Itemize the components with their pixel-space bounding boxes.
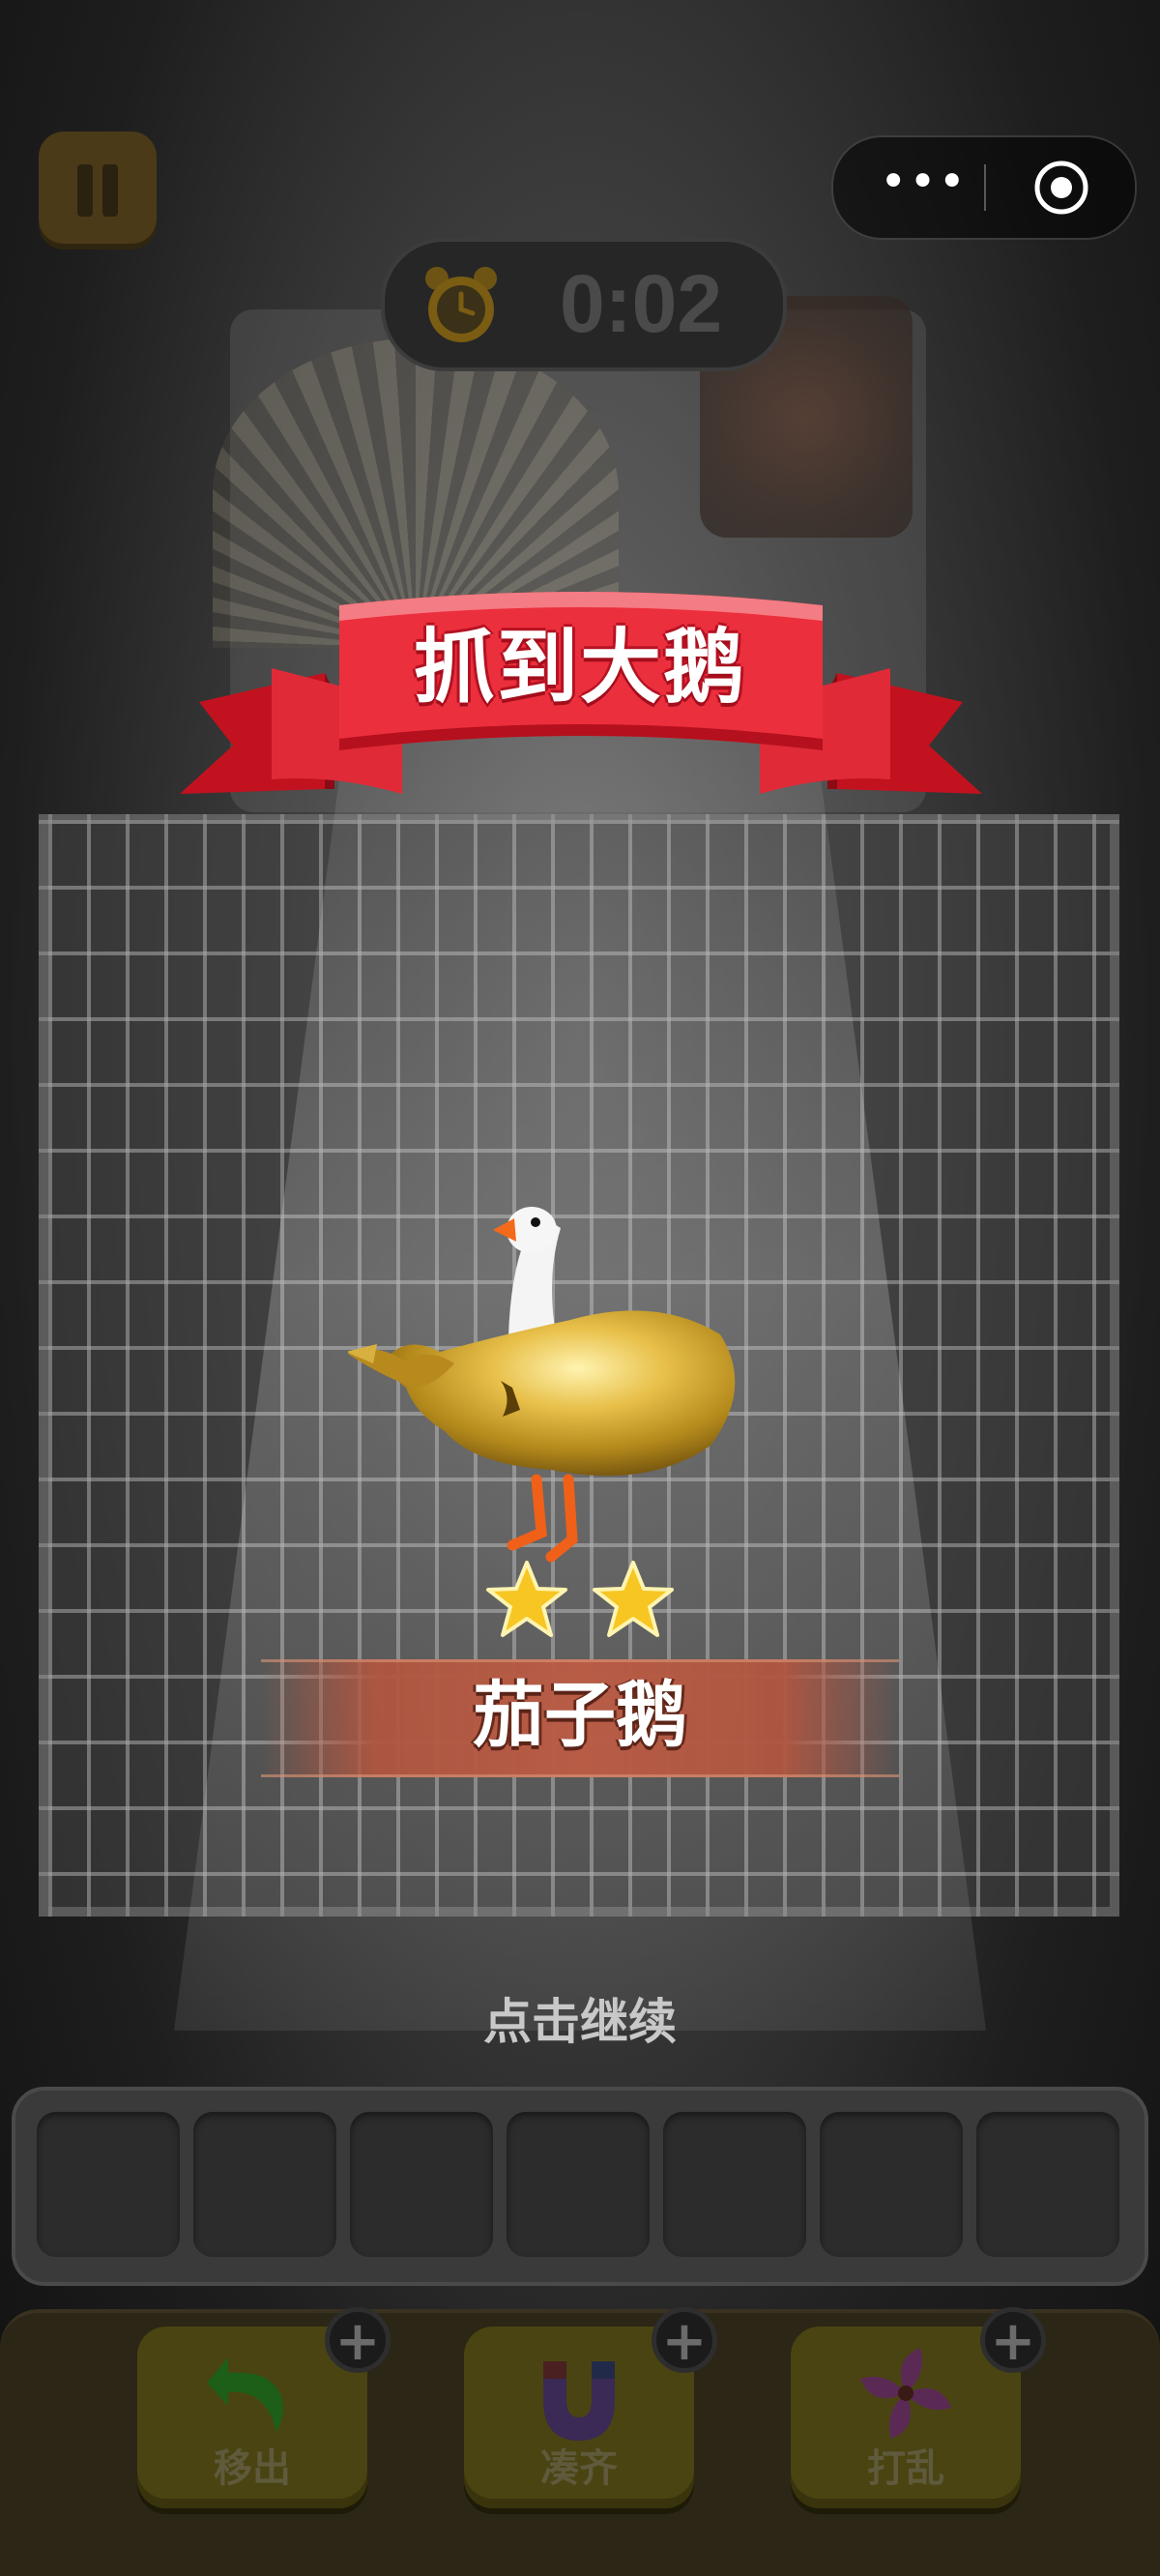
add-shuffle-tool-button[interactable]: + xyxy=(980,2307,1046,2373)
pinwheel-icon xyxy=(860,2348,951,2439)
star-icon xyxy=(593,1561,674,1637)
timer-pill: 0:02 xyxy=(381,238,787,371)
magnet-icon xyxy=(543,2361,615,2441)
tray-slot xyxy=(350,2112,493,2257)
alarm-clock-icon xyxy=(425,267,497,342)
tray-slot xyxy=(820,2112,963,2257)
tool-label: 打乱 xyxy=(867,2446,944,2491)
tool-label: 凑齐 xyxy=(540,2446,618,2491)
pause-icon-bar xyxy=(102,164,118,217)
tray-slot xyxy=(507,2112,650,2257)
undo-arrow-icon xyxy=(207,2357,284,2433)
capsule-divider xyxy=(984,164,986,211)
miniprogram-capsule: ••• xyxy=(831,135,1137,240)
more-menu-button[interactable]: ••• xyxy=(880,137,966,238)
item-tray xyxy=(12,2087,1148,2286)
timer-text: 0:02 xyxy=(559,258,723,349)
tray-slot xyxy=(193,2112,336,2257)
eggplant-goose-icon xyxy=(348,1207,736,1563)
close-miniprogram-icon[interactable] xyxy=(1032,159,1090,217)
continue-prompt[interactable]: 点击继续 xyxy=(387,1978,773,2065)
tray-slot xyxy=(663,2112,806,2257)
add-gather-tool-button[interactable]: + xyxy=(652,2307,717,2373)
tool-label: 移出 xyxy=(214,2446,291,2491)
goose-name: 茄子鹅 xyxy=(473,1674,687,1757)
tray-slot xyxy=(37,2112,180,2257)
pause-button[interactable] xyxy=(39,132,157,249)
add-remove-tool-button[interactable]: + xyxy=(325,2307,391,2373)
tray-slot xyxy=(976,2112,1119,2257)
game-screen[interactable]: ••• 0:02 抓到大鹅 茄子鹅 点击继续 移出 + 凑齐 + 打乱 + xyxy=(0,0,1160,2576)
star-icon xyxy=(486,1561,567,1637)
pause-icon xyxy=(77,164,93,217)
banner-title: 抓到大鹅 xyxy=(413,620,746,715)
